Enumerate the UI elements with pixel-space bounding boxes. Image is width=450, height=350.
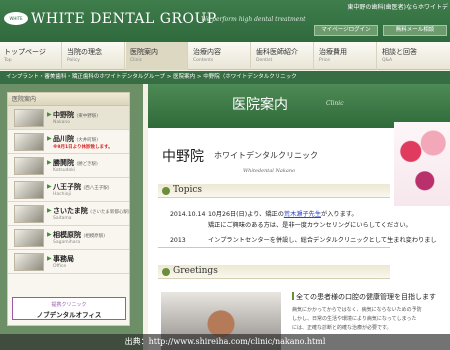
nav-item-contents[interactable]: 治療内容 Contents (189, 42, 251, 70)
divider (158, 247, 390, 248)
clinic-roma: Whitedental Nakano (243, 168, 296, 174)
source-caption: 出典：http://www.shireiha.com/clinic/nakano… (0, 334, 450, 350)
topic-row: 矯正にご興味のある方は、是非一度カウンセリングにいらしてください。 (208, 222, 412, 229)
nav-item-qa[interactable]: 相談と回答 Q&A (378, 42, 450, 70)
arrow-icon: ▶ (47, 183, 52, 190)
sidebar-item-katsudoki[interactable]: ▶ 勝鬨院 (勝どき駅) Katsudoki (8, 154, 129, 178)
nav-item-top[interactable]: トップページ Top (0, 42, 62, 70)
topics-header: Topics (158, 184, 390, 198)
clinic-thumbnail (14, 157, 44, 175)
doctor-link[interactable]: 荒木瀬子先生 (284, 211, 321, 218)
clinic-thumbnail (14, 229, 44, 247)
arrow-icon: ▶ (47, 231, 52, 238)
arrow-icon: ▶ (47, 207, 52, 214)
accent-bar (292, 292, 294, 300)
arrow-icon: ▶ (47, 135, 52, 142)
sidebar-item-shinagawa[interactable]: ▶ 品川院 (大井町駅) ※9月1日より休診致します。 (8, 130, 129, 154)
arrow-icon: ▶ (47, 255, 52, 262)
flower-image (394, 122, 450, 206)
tagline: We perform high dental treatment (201, 16, 306, 23)
free-mail-consultation-button[interactable]: 無料メール相談 (383, 25, 447, 36)
main-content: 医院案内 Clinic 中野院 ホワイトデンタルクリニック Whitedenta… (148, 84, 450, 350)
greeting-lead: 全ての患者様の口腔の健康管理を目指します (296, 293, 436, 301)
sidebar-item-hachioji[interactable]: ▶ 八王子院 (西八王子駅) Hachioji (8, 178, 129, 202)
site-header: WHITE DENTAL GROUP WHITE DENTAL GROUP We… (0, 0, 450, 42)
header-description: 東中野の歯科(歯医者)ならホワイトデ (347, 4, 448, 11)
brand-name[interactable]: WHITE DENTAL GROUP (31, 11, 217, 27)
clinic-thumbnail (14, 181, 44, 199)
nav-item-policy[interactable]: 当院の理念 Policy (63, 42, 125, 70)
clinic-thumbnail (14, 253, 44, 271)
clinic-thumbnail (14, 109, 44, 127)
topic-row: 2013 インプラントセンターを併設し、総合デンタルクリニックとして生まれ変わりま… (170, 237, 437, 244)
sidebar-heading: 医院案内 (8, 93, 129, 106)
sidebar: 医院案内 ▶ 中野院 (東中野駅) Nakano ▶ 品川院 (大井町駅) ※9… (7, 92, 130, 326)
sidebar-item-nakano[interactable]: ▶ 中野院 (東中野駅) Nakano (8, 106, 129, 130)
section-icon (162, 268, 170, 276)
nav-item-clinic[interactable]: 医院案内 Clinic (126, 42, 188, 70)
sidebar-item-office[interactable]: ▶ 事務局 Office (8, 250, 129, 274)
sidebar-item-sagamihara[interactable]: ▶ 相模原院 (相模原駅) Sagamihara (8, 226, 129, 250)
greeting-body-line: 病気にかかってからではなく、病気にならないための予防 (292, 307, 422, 313)
clinic-thumbnail (14, 133, 44, 151)
page: WHITE DENTAL GROUP WHITE DENTAL GROUP We… (0, 0, 450, 350)
section-icon (162, 187, 170, 195)
page-subtitle: Clinic (326, 100, 344, 107)
breadcrumb[interactable]: インプラント・審美歯科・矯正歯科のホワイトデンタルグループ > 医院案内 > 中… (0, 71, 450, 84)
topic-row: 2014.10.14 10月26日(日)より、矯正の荒木瀬子先生が入ります。 (170, 211, 358, 218)
greeting-body-line: には、正確な診断と的確な治療が必要です。 (292, 325, 392, 331)
nav-item-dentist[interactable]: 歯科医師紹介 Dentist (252, 42, 314, 70)
nav-item-price[interactable]: 治療費用 Price (315, 42, 377, 70)
page-title: 医院案内 (232, 97, 288, 113)
arrow-icon: ▶ (47, 111, 52, 118)
closure-notice: ※9月1日より休診致します。 (53, 145, 113, 150)
mypage-login-button[interactable]: マイページログイン (314, 25, 378, 36)
clinic-name-sub: ホワイトデンタルクリニック (214, 151, 318, 160)
logo-icon[interactable]: WHITE DENTAL GROUP (4, 12, 28, 25)
sidebar-item-saitama[interactable]: ▶ さいたま院 (さいたま新都心駅) Saitama (8, 202, 130, 226)
global-nav: トップページ Top 当院の理念 Policy 医院案内 Clinic 治療内容… (0, 42, 450, 70)
partner-clinic-link[interactable]: 提携クリニック ノブデンタルオフィス (12, 297, 126, 320)
clinic-name: 中野院 (162, 149, 204, 165)
greeting-body-line: しかし、日常の生活や環境により病気になってしまった (292, 316, 417, 322)
greetings-header: Greetings (158, 265, 390, 279)
arrow-icon: ▶ (47, 159, 52, 166)
clinic-thumbnail (14, 205, 44, 223)
